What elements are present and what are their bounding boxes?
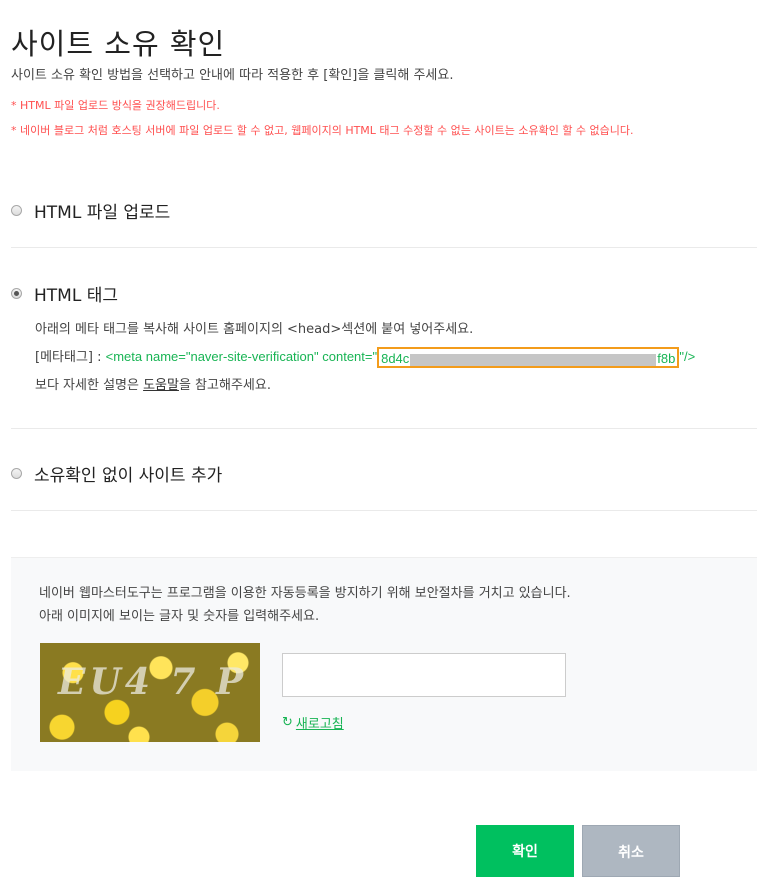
option-html-tag[interactable]: HTML 태그 (11, 281, 118, 306)
refresh-button[interactable]: ↻ 새로고침 (282, 713, 344, 732)
captcha-notice: 네이버 웹마스터도구는 프로그램을 이용한 자동등록을 방지하기 위해 보안절차… (39, 586, 571, 601)
captcha-panel: 네이버 웹마스터도구는 프로그램을 이용한 자동등록을 방지하기 위해 보안절차… (11, 557, 757, 771)
option-no-verify[interactable]: 소유확인 없이 사이트 추가 (11, 461, 222, 486)
token-start: 8d4c (381, 351, 410, 366)
help-link[interactable]: 도움말 (143, 378, 179, 393)
captcha-instruction: 아래 이미지에 보이는 글자 및 숫자를 입력해주세요. (39, 609, 320, 624)
option-html-file-label[interactable]: HTML 파일 업로드 (34, 198, 170, 223)
divider (11, 510, 757, 511)
option-no-verify-label[interactable]: 소유확인 없이 사이트 추가 (34, 461, 222, 486)
token-redacted (410, 353, 657, 366)
page-description: 사이트 소유 확인 방법을 선택하고 안내에 따라 적용한 후 [확인]을 클릭… (11, 68, 454, 83)
captcha-image: EU4 7 P (40, 643, 260, 742)
meta-tag-prefix: [메타태그] : (35, 350, 106, 365)
captcha-image-text: EU4 7 P (58, 661, 248, 703)
meta-tag-close: "/> (679, 349, 696, 364)
page-title: 사이트 소유 확인 (11, 27, 226, 62)
help-after: 을 참고해주세요. (178, 378, 271, 393)
cancel-button[interactable]: 취소 (582, 825, 680, 877)
note-restriction: * 네이버 블로그 처럼 호스팅 서버에 파일 업로드 할 수 없고, 웹페이지… (11, 124, 634, 137)
option-html-tag-label[interactable]: HTML 태그 (34, 281, 118, 306)
help-before: 보다 자세한 설명은 (35, 378, 144, 393)
confirm-button[interactable]: 확인 (476, 825, 574, 877)
option-html-file[interactable]: HTML 파일 업로드 (11, 198, 170, 223)
meta-tag-code[interactable]: <meta name="naver-site-verification" con… (106, 349, 377, 364)
captcha-input[interactable] (282, 653, 566, 697)
help-line: 보다 자세한 설명은 도움말을 참고해주세요. (35, 374, 271, 393)
note-recommend: * HTML 파일 업로드 방식을 권장해드립니다. (11, 99, 220, 112)
meta-instruction: 아래의 메타 태그를 복사해 사이트 홈페이지의 <head>섹션에 붙여 넣어… (35, 322, 474, 337)
token-end: f8b (657, 351, 676, 366)
divider (11, 247, 757, 248)
meta-tag-line: [메타태그] : <meta name="naver-site-verifica… (35, 346, 695, 368)
radio-html-file[interactable] (11, 205, 22, 216)
radio-html-tag[interactable] (11, 288, 22, 299)
divider (11, 428, 757, 429)
radio-no-verify[interactable] (11, 468, 22, 479)
refresh-icon: ↻ (282, 715, 293, 730)
verification-token-highlight[interactable]: 8d4c f8b (377, 347, 680, 368)
refresh-label: 새로고침 (295, 717, 344, 732)
